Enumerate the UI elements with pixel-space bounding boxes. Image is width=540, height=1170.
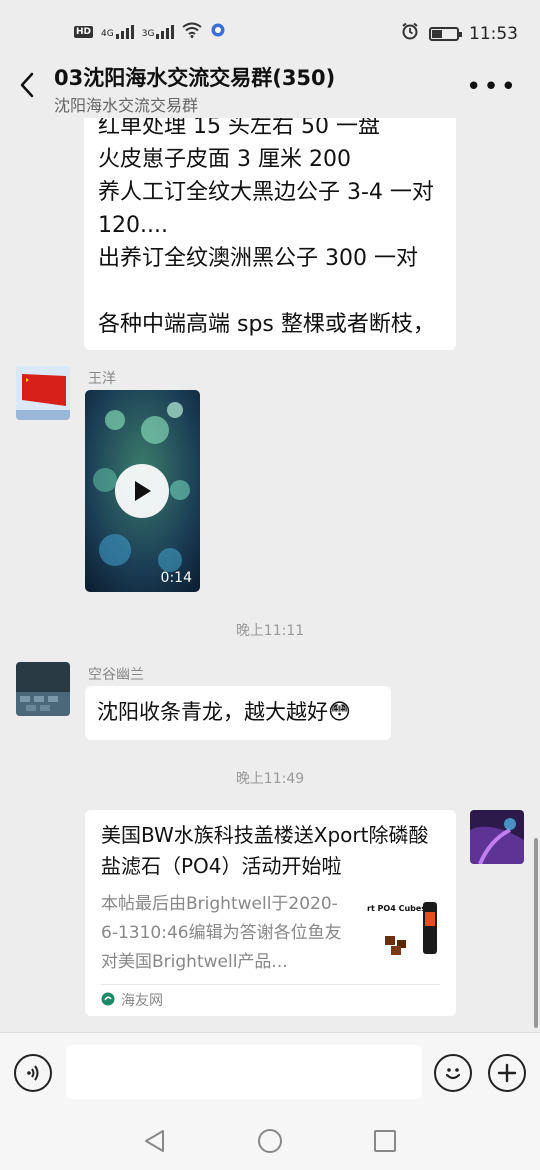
square-recents-icon <box>374 1130 396 1152</box>
signal-4g-icon: 4G <box>101 24 134 39</box>
avatar-self[interactable] <box>470 810 524 864</box>
plus-icon <box>497 1063 517 1083</box>
status-left-icons: HD 4G 3G <box>74 22 226 41</box>
link-card-source: 海友网 <box>101 990 163 1010</box>
more-options-button[interactable]: ••• <box>466 72 518 102</box>
avatar-kongguyoulan[interactable] <box>16 662 70 716</box>
status-time: 11:53 <box>469 23 518 44</box>
message-line: 各种中端高端 sps 整棵或者断枝， <box>98 312 435 337</box>
message-line: 养人工订全纹大黑边公子 3-4 一对 <box>98 180 434 205</box>
message-line: 火皮崽子皮面 3 厘米 200 <box>98 147 351 172</box>
chat-subtitle: 沈阳海水交流交易群 <box>54 96 199 115</box>
sender-name: 空谷幽兰 <box>88 667 144 683</box>
nav-recents-button[interactable] <box>372 1128 398 1158</box>
signal-3g-icon: 3G <box>142 24 175 39</box>
video-message[interactable]: 0:14 <box>85 390 200 592</box>
video-duration: 0:14 <box>160 570 192 586</box>
source-logo-icon <box>101 991 115 1010</box>
app-notification-icon <box>210 22 226 41</box>
triangle-back-icon <box>145 1130 164 1152</box>
input-bar <box>0 1032 540 1112</box>
link-card-description: 本帖最后由Brightwell于2020-6-1310:46编辑为答谢各位鱼友对… <box>101 894 342 972</box>
circle-home-icon <box>258 1129 282 1153</box>
message-line: 120.... <box>98 213 168 238</box>
message-input[interactable] <box>66 1045 422 1099</box>
sender-name: 王洋 <box>88 371 116 387</box>
message-text: 红单处理 15 头左右 50 一盘 火皮崽子皮面 3 厘米 200 养人工订全纹… <box>98 118 442 341</box>
chat-title: 03沈阳海水交流交易群(350) <box>54 66 336 90</box>
hd-icon: HD <box>74 25 94 38</box>
message-line: 出养订全纹澳洲黑公子 300 一对 <box>98 246 418 271</box>
flushed-face-emoji: 😳 <box>328 700 351 725</box>
nav-home-button[interactable] <box>256 1128 284 1160</box>
avatar-wangyang[interactable] <box>16 366 70 420</box>
message-bubble-text[interactable]: 红单处理 15 头左右 50 一盘 火皮崽子皮面 3 厘米 200 养人工订全纹… <box>84 118 456 350</box>
message-text: 沈阳收条青龙，越大越好 <box>97 700 328 724</box>
status-bar: HD 4G 3G 11:53 <box>0 0 540 64</box>
chat-message-list[interactable]: 红单处理 15 头左右 50 一盘 火皮崽子皮面 3 厘米 200 养人工订全纹… <box>0 118 540 1032</box>
play-icon[interactable] <box>115 464 169 518</box>
back-button[interactable] <box>16 70 40 100</box>
voice-input-button[interactable] <box>14 1054 52 1092</box>
message-bubble-text[interactable]: 沈阳收条青龙，越大越好😳 <box>85 686 391 740</box>
emoji-button[interactable] <box>434 1054 472 1092</box>
link-card-title: 美国BW水族科技盖楼送Xport除磷酸盐滤石（PO4）活动开始啦 <box>101 823 429 878</box>
message-line: 红单处理 15 头左右 50 一盘 <box>98 118 380 139</box>
battery-icon <box>429 26 462 41</box>
timestamp: 晚上11:11 <box>235 623 305 639</box>
wifi-icon <box>182 22 203 41</box>
more-functions-button[interactable] <box>488 1054 526 1092</box>
system-navigation-bar <box>0 1112 540 1170</box>
alarm-icon <box>401 22 419 45</box>
nav-back-button[interactable] <box>142 1128 168 1158</box>
link-card-divider <box>101 984 440 985</box>
link-card[interactable]: 美国BW水族科技盖楼送Xport除磷酸盐滤石（PO4）活动开始啦 本帖最后由Br… <box>85 810 456 1016</box>
status-right-icons: 11:53 <box>401 22 518 45</box>
smile-icon <box>445 1068 461 1080</box>
source-name: 海友网 <box>121 993 163 1009</box>
scrollbar[interactable] <box>534 838 538 1028</box>
message-line <box>98 275 442 308</box>
timestamp: 晚上11:49 <box>235 771 305 787</box>
voice-icon <box>27 1065 39 1081</box>
chat-header: 03沈阳海水交流交易群(350) 沈阳海水交流交易群 ••• <box>0 56 540 118</box>
link-card-thumbnail: rt PO4 Cubes <box>367 898 441 962</box>
